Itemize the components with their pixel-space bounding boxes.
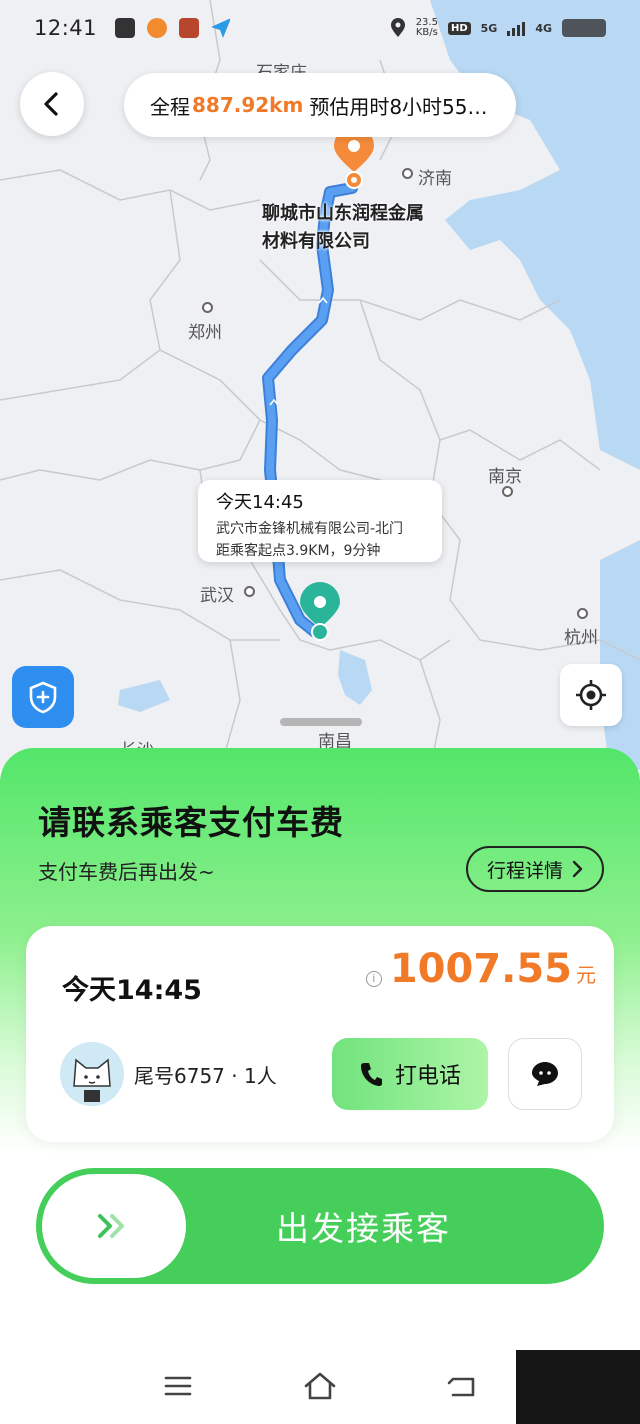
back-button[interactable] bbox=[20, 72, 84, 136]
crosshair-icon bbox=[576, 680, 606, 710]
sheet-subtitle: 支付车费后再出发~ bbox=[38, 860, 215, 884]
slider-label: 出发接乘客 bbox=[276, 1209, 451, 1248]
destination-name-line2: 材料有限公司 bbox=[262, 231, 370, 252]
safety-button[interactable] bbox=[12, 666, 74, 728]
locate-button[interactable] bbox=[560, 664, 622, 726]
status-time: 12:41 bbox=[34, 16, 98, 40]
phone-icon bbox=[360, 1063, 382, 1086]
message-button[interactable] bbox=[508, 1038, 582, 1110]
destination-label: 聊城市山东润程金属 材料有限公司 bbox=[262, 200, 424, 256]
battery-icon bbox=[562, 19, 606, 37]
home-icon[interactable] bbox=[300, 1368, 340, 1404]
info-icon[interactable]: i bbox=[365, 970, 382, 987]
chevron-right-icon bbox=[572, 860, 583, 878]
trip-detail-label: 行程详情 bbox=[486, 859, 563, 882]
sheet-title: 请联系乘客支付车费 bbox=[38, 803, 344, 842]
sim-5g: 5G bbox=[480, 21, 498, 35]
pickup-distance: 距乘客起点3.9KM，9分钟 bbox=[216, 543, 381, 559]
avatar bbox=[60, 1042, 124, 1106]
pickup-info-bubble: 今天14:45 武穴市金锋机械有限公司-北门 距乘客起点3.9KM，9分钟 bbox=[198, 480, 442, 562]
mail-icon bbox=[115, 18, 136, 38]
depart-slider[interactable]: 出发接乘客 bbox=[36, 1168, 604, 1284]
order-card: 今天14:45 i 1007.55 元 尾号6757 · 1人 打电话 bbox=[26, 926, 614, 1142]
menu-icon[interactable] bbox=[158, 1368, 198, 1404]
route-summary: 全程 887.92km 预估用时8小时55… bbox=[124, 73, 516, 137]
hd-badge: HD bbox=[447, 21, 471, 35]
city-label: 杭州 bbox=[564, 628, 598, 648]
shield-icon bbox=[29, 681, 57, 714]
app-notification-icon bbox=[147, 18, 168, 38]
send-icon bbox=[211, 18, 232, 38]
order-price: i 1007.55 元 bbox=[365, 946, 596, 992]
back-nav-icon[interactable] bbox=[442, 1368, 482, 1404]
call-button[interactable]: 打电话 bbox=[332, 1038, 488, 1110]
route-eta: 预估用时8小时55… bbox=[309, 94, 488, 119]
city-label: 郑州 bbox=[188, 323, 222, 343]
chat-icon bbox=[532, 1062, 558, 1086]
pickup-place: 武穴市金锋机械有限公司-北门 bbox=[216, 521, 404, 537]
cat-avatar-icon bbox=[60, 1042, 124, 1106]
sim-4g: 4G bbox=[535, 21, 552, 35]
status-bar: 12:41 23.5 KB/s HD 5G 4G bbox=[0, 0, 640, 56]
net-speed: 23.5 KB/s bbox=[415, 17, 438, 38]
nav-overlay bbox=[516, 1350, 640, 1424]
price-unit: 元 bbox=[576, 963, 596, 987]
chevron-left-icon bbox=[44, 92, 58, 116]
location-icon bbox=[390, 18, 405, 37]
destination-name-line1: 聊城市山东润程金属 bbox=[262, 203, 424, 224]
city-label: 济南 bbox=[418, 169, 452, 189]
city-label: 南京 bbox=[488, 467, 522, 487]
drag-handle[interactable] bbox=[280, 718, 362, 726]
price-amount: 1007.55 bbox=[389, 946, 572, 992]
double-chevron-right-icon bbox=[98, 1214, 124, 1238]
trip-detail-button[interactable]: 行程详情 bbox=[466, 846, 604, 892]
game-notification-icon bbox=[179, 18, 200, 38]
city-label: 武汉 bbox=[200, 586, 234, 606]
signal-icon bbox=[507, 20, 526, 36]
slider-knob[interactable] bbox=[42, 1174, 186, 1278]
call-label: 打电话 bbox=[394, 1064, 461, 1089]
passenger-info: 尾号6757 · 1人 bbox=[134, 1064, 277, 1088]
route-distance: 887.92km bbox=[192, 93, 304, 117]
pickup-time: 今天14:45 bbox=[216, 492, 304, 513]
order-time: 今天14:45 bbox=[62, 975, 202, 1006]
route-prefix: 全程 bbox=[150, 94, 190, 119]
